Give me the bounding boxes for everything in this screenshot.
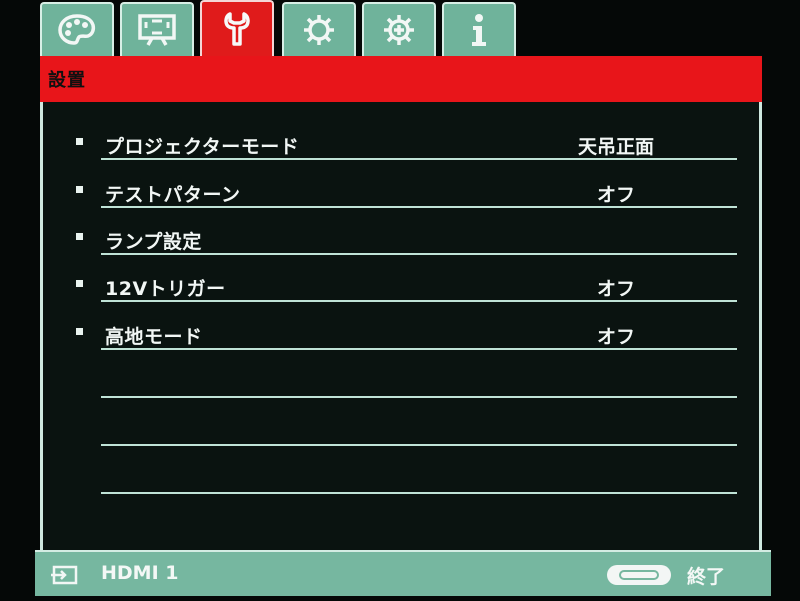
tab-setup[interactable]: [200, 0, 274, 56]
bullet-icon: [76, 328, 83, 335]
tab-display[interactable]: [120, 2, 194, 56]
menu-key-inner: [619, 570, 659, 580]
menu-item-test-pattern[interactable]: テストパターン オフ: [76, 162, 737, 208]
menu-item-12v-trigger[interactable]: 12Vトリガー オフ: [76, 256, 737, 302]
empty-row: [101, 352, 737, 398]
menu-item-label: 12Vトリガー: [105, 278, 226, 300]
gear-icon: [304, 15, 334, 45]
palette-icon: [58, 14, 96, 45]
info-icon: [472, 14, 486, 46]
wrench-icon: [224, 12, 250, 46]
bullet-icon: [76, 138, 83, 145]
tab-options[interactable]: [282, 2, 356, 56]
screen-icon: [138, 14, 176, 46]
empty-row: [101, 400, 737, 446]
menu-item-value: 天吊正面: [577, 136, 654, 158]
menu-item-value: オフ: [596, 326, 635, 348]
bullet-icon: [76, 280, 83, 287]
menu-item-label: ランプ設定: [105, 231, 202, 253]
tab-advanced[interactable]: [362, 2, 436, 56]
menu-key-icon[interactable]: [607, 565, 671, 585]
settings-panel: プロジェクターモード 天吊正面 テストパターン オフ ランプ設定 12Vトリガー…: [40, 102, 762, 550]
menu-item-label: プロジェクターモード: [105, 136, 300, 158]
bullet-icon: [76, 186, 83, 193]
projector-osd: 設置 プロジェクターモード 天吊正面 テストパターン オフ ランプ設定 12Vト…: [0, 0, 800, 601]
tab-information[interactable]: [442, 2, 516, 56]
advanced-gear-icon: [384, 15, 414, 45]
menu-item-projector-mode[interactable]: プロジェクターモード 天吊正面: [76, 114, 737, 160]
input-source-label: HDMI 1: [101, 562, 179, 584]
section-title: 設置: [48, 70, 86, 91]
input-source-icon: [51, 565, 78, 585]
exit-label[interactable]: 終了: [687, 562, 725, 589]
bullet-icon: [76, 233, 83, 240]
menu-item-label: 高地モード: [105, 326, 203, 348]
menu-item-label: テストパターン: [105, 184, 241, 206]
menu-item-value: オフ: [596, 278, 635, 300]
status-footer: HDMI 1 終了: [35, 550, 771, 596]
menu-item-value: オフ: [596, 184, 635, 206]
tab-picture[interactable]: [40, 2, 114, 56]
menu-item-high-altitude-mode[interactable]: 高地モード オフ: [76, 304, 737, 350]
empty-row: [101, 448, 737, 494]
menu-item-lamp-settings[interactable]: ランプ設定: [76, 209, 737, 255]
section-header: 設置: [40, 56, 762, 102]
